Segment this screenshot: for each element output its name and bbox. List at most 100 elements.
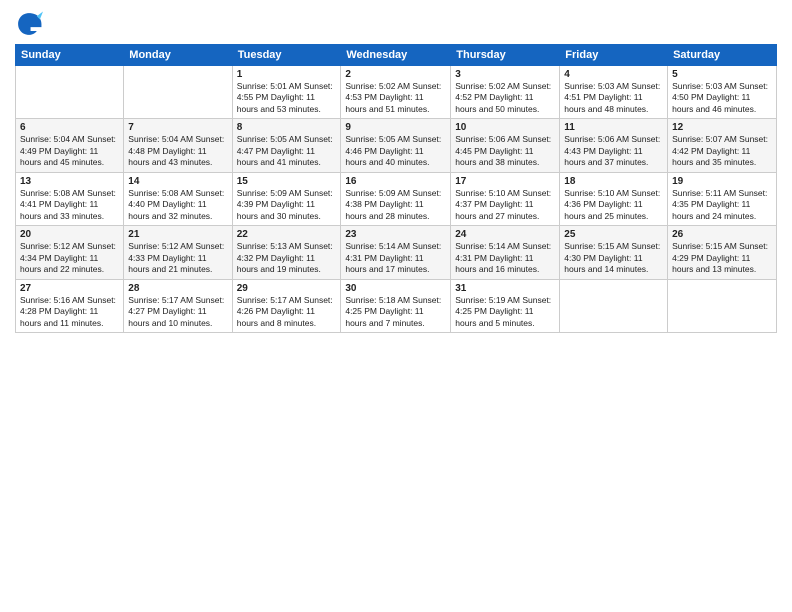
day-info: Sunrise: 5:10 AM Sunset: 4:37 PM Dayligh… — [455, 188, 555, 222]
day-info: Sunrise: 5:06 AM Sunset: 4:45 PM Dayligh… — [455, 134, 555, 168]
day-number: 16 — [345, 176, 446, 187]
calendar-cell: 11Sunrise: 5:06 AM Sunset: 4:43 PM Dayli… — [560, 119, 668, 172]
day-info: Sunrise: 5:02 AM Sunset: 4:53 PM Dayligh… — [345, 81, 446, 115]
day-number: 10 — [455, 122, 555, 133]
day-info: Sunrise: 5:04 AM Sunset: 4:49 PM Dayligh… — [20, 134, 119, 168]
day-number: 13 — [20, 176, 119, 187]
day-header-tuesday: Tuesday — [232, 45, 341, 66]
calendar-cell: 7Sunrise: 5:04 AM Sunset: 4:48 PM Daylig… — [124, 119, 232, 172]
day-number: 28 — [128, 283, 227, 294]
calendar-cell: 19Sunrise: 5:11 AM Sunset: 4:35 PM Dayli… — [668, 172, 777, 225]
day-number: 21 — [128, 229, 227, 240]
day-info: Sunrise: 5:19 AM Sunset: 4:25 PM Dayligh… — [455, 295, 555, 329]
calendar-cell: 31Sunrise: 5:19 AM Sunset: 4:25 PM Dayli… — [451, 279, 560, 332]
day-info: Sunrise: 5:09 AM Sunset: 4:39 PM Dayligh… — [237, 188, 337, 222]
calendar-cell: 6Sunrise: 5:04 AM Sunset: 4:49 PM Daylig… — [16, 119, 124, 172]
day-number: 23 — [345, 229, 446, 240]
day-number: 19 — [672, 176, 772, 187]
calendar-cell — [16, 66, 124, 119]
calendar-cell: 3Sunrise: 5:02 AM Sunset: 4:52 PM Daylig… — [451, 66, 560, 119]
page: SundayMondayTuesdayWednesdayThursdayFrid… — [0, 0, 792, 612]
day-info: Sunrise: 5:16 AM Sunset: 4:28 PM Dayligh… — [20, 295, 119, 329]
calendar-cell: 21Sunrise: 5:12 AM Sunset: 4:33 PM Dayli… — [124, 226, 232, 279]
logo-icon — [15, 10, 43, 38]
calendar-cell: 28Sunrise: 5:17 AM Sunset: 4:27 PM Dayli… — [124, 279, 232, 332]
day-number: 5 — [672, 69, 772, 80]
calendar-body: 1Sunrise: 5:01 AM Sunset: 4:55 PM Daylig… — [16, 66, 777, 333]
day-number: 4 — [564, 69, 663, 80]
calendar: SundayMondayTuesdayWednesdayThursdayFrid… — [15, 44, 777, 333]
day-info: Sunrise: 5:06 AM Sunset: 4:43 PM Dayligh… — [564, 134, 663, 168]
day-number: 8 — [237, 122, 337, 133]
week-row-3: 13Sunrise: 5:08 AM Sunset: 4:41 PM Dayli… — [16, 172, 777, 225]
calendar-cell: 1Sunrise: 5:01 AM Sunset: 4:55 PM Daylig… — [232, 66, 341, 119]
calendar-cell: 24Sunrise: 5:14 AM Sunset: 4:31 PM Dayli… — [451, 226, 560, 279]
day-number: 31 — [455, 283, 555, 294]
day-info: Sunrise: 5:01 AM Sunset: 4:55 PM Dayligh… — [237, 81, 337, 115]
logo — [15, 10, 47, 38]
week-row-5: 27Sunrise: 5:16 AM Sunset: 4:28 PM Dayli… — [16, 279, 777, 332]
calendar-cell: 17Sunrise: 5:10 AM Sunset: 4:37 PM Dayli… — [451, 172, 560, 225]
day-info: Sunrise: 5:10 AM Sunset: 4:36 PM Dayligh… — [564, 188, 663, 222]
calendar-cell — [560, 279, 668, 332]
day-info: Sunrise: 5:11 AM Sunset: 4:35 PM Dayligh… — [672, 188, 772, 222]
calendar-cell: 27Sunrise: 5:16 AM Sunset: 4:28 PM Dayli… — [16, 279, 124, 332]
day-info: Sunrise: 5:14 AM Sunset: 4:31 PM Dayligh… — [345, 241, 446, 275]
day-info: Sunrise: 5:09 AM Sunset: 4:38 PM Dayligh… — [345, 188, 446, 222]
day-info: Sunrise: 5:13 AM Sunset: 4:32 PM Dayligh… — [237, 241, 337, 275]
day-number: 17 — [455, 176, 555, 187]
calendar-cell: 20Sunrise: 5:12 AM Sunset: 4:34 PM Dayli… — [16, 226, 124, 279]
calendar-cell: 5Sunrise: 5:03 AM Sunset: 4:50 PM Daylig… — [668, 66, 777, 119]
day-info: Sunrise: 5:18 AM Sunset: 4:25 PM Dayligh… — [345, 295, 446, 329]
calendar-cell: 18Sunrise: 5:10 AM Sunset: 4:36 PM Dayli… — [560, 172, 668, 225]
day-info: Sunrise: 5:04 AM Sunset: 4:48 PM Dayligh… — [128, 134, 227, 168]
day-number: 25 — [564, 229, 663, 240]
calendar-cell: 29Sunrise: 5:17 AM Sunset: 4:26 PM Dayli… — [232, 279, 341, 332]
calendar-cell: 22Sunrise: 5:13 AM Sunset: 4:32 PM Dayli… — [232, 226, 341, 279]
calendar-cell: 26Sunrise: 5:15 AM Sunset: 4:29 PM Dayli… — [668, 226, 777, 279]
day-info: Sunrise: 5:12 AM Sunset: 4:33 PM Dayligh… — [128, 241, 227, 275]
day-info: Sunrise: 5:07 AM Sunset: 4:42 PM Dayligh… — [672, 134, 772, 168]
day-number: 26 — [672, 229, 772, 240]
day-number: 3 — [455, 69, 555, 80]
calendar-cell: 16Sunrise: 5:09 AM Sunset: 4:38 PM Dayli… — [341, 172, 451, 225]
calendar-cell — [124, 66, 232, 119]
day-number: 14 — [128, 176, 227, 187]
day-number: 7 — [128, 122, 227, 133]
calendar-cell: 30Sunrise: 5:18 AM Sunset: 4:25 PM Dayli… — [341, 279, 451, 332]
day-info: Sunrise: 5:05 AM Sunset: 4:46 PM Dayligh… — [345, 134, 446, 168]
day-number: 9 — [345, 122, 446, 133]
days-row: SundayMondayTuesdayWednesdayThursdayFrid… — [16, 45, 777, 66]
day-info: Sunrise: 5:08 AM Sunset: 4:41 PM Dayligh… — [20, 188, 119, 222]
day-info: Sunrise: 5:05 AM Sunset: 4:47 PM Dayligh… — [237, 134, 337, 168]
day-info: Sunrise: 5:08 AM Sunset: 4:40 PM Dayligh… — [128, 188, 227, 222]
day-header-saturday: Saturday — [668, 45, 777, 66]
day-number: 29 — [237, 283, 337, 294]
day-number: 6 — [20, 122, 119, 133]
calendar-cell: 25Sunrise: 5:15 AM Sunset: 4:30 PM Dayli… — [560, 226, 668, 279]
day-number: 20 — [20, 229, 119, 240]
week-row-2: 6Sunrise: 5:04 AM Sunset: 4:49 PM Daylig… — [16, 119, 777, 172]
day-header-sunday: Sunday — [16, 45, 124, 66]
day-info: Sunrise: 5:17 AM Sunset: 4:27 PM Dayligh… — [128, 295, 227, 329]
calendar-cell: 10Sunrise: 5:06 AM Sunset: 4:45 PM Dayli… — [451, 119, 560, 172]
calendar-cell: 23Sunrise: 5:14 AM Sunset: 4:31 PM Dayli… — [341, 226, 451, 279]
day-info: Sunrise: 5:03 AM Sunset: 4:51 PM Dayligh… — [564, 81, 663, 115]
week-row-1: 1Sunrise: 5:01 AM Sunset: 4:55 PM Daylig… — [16, 66, 777, 119]
calendar-cell: 12Sunrise: 5:07 AM Sunset: 4:42 PM Dayli… — [668, 119, 777, 172]
calendar-cell: 15Sunrise: 5:09 AM Sunset: 4:39 PM Dayli… — [232, 172, 341, 225]
day-info: Sunrise: 5:15 AM Sunset: 4:29 PM Dayligh… — [672, 241, 772, 275]
calendar-header: SundayMondayTuesdayWednesdayThursdayFrid… — [16, 45, 777, 66]
day-number: 2 — [345, 69, 446, 80]
day-info: Sunrise: 5:14 AM Sunset: 4:31 PM Dayligh… — [455, 241, 555, 275]
day-info: Sunrise: 5:15 AM Sunset: 4:30 PM Dayligh… — [564, 241, 663, 275]
calendar-cell: 4Sunrise: 5:03 AM Sunset: 4:51 PM Daylig… — [560, 66, 668, 119]
calendar-cell: 8Sunrise: 5:05 AM Sunset: 4:47 PM Daylig… — [232, 119, 341, 172]
day-header-friday: Friday — [560, 45, 668, 66]
day-info: Sunrise: 5:03 AM Sunset: 4:50 PM Dayligh… — [672, 81, 772, 115]
day-info: Sunrise: 5:17 AM Sunset: 4:26 PM Dayligh… — [237, 295, 337, 329]
day-header-thursday: Thursday — [451, 45, 560, 66]
day-number: 15 — [237, 176, 337, 187]
calendar-cell: 13Sunrise: 5:08 AM Sunset: 4:41 PM Dayli… — [16, 172, 124, 225]
calendar-cell — [668, 279, 777, 332]
